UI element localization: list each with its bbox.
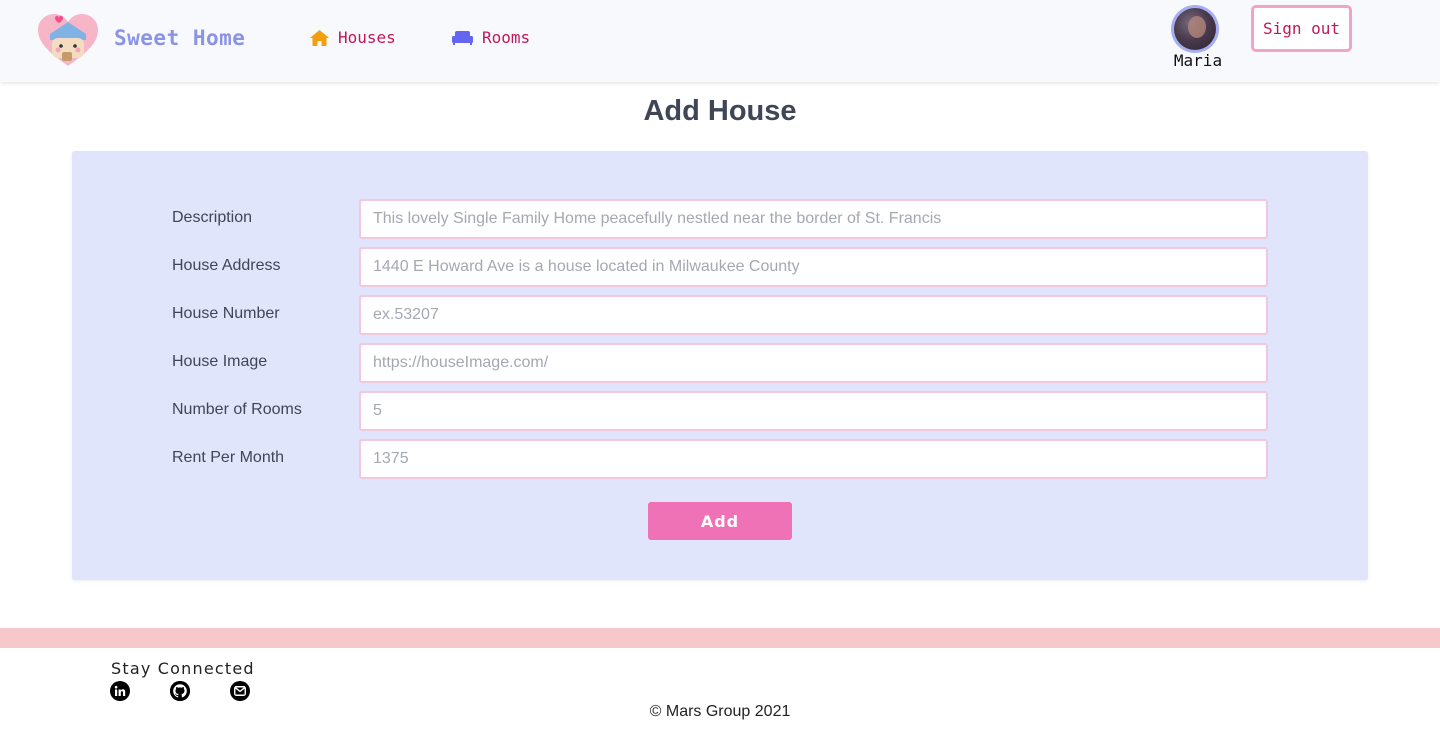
house-number-label: House Number [172,305,280,322]
rent-per-month-label: Rent Per Month [172,449,285,466]
mail-icon[interactable] [230,681,250,701]
description-label: Description [172,209,253,226]
add-house-button[interactable]: Add [648,502,792,540]
nav-item-houses[interactable]: Houses [310,28,396,47]
number-of-rooms-label: Number of Rooms [172,401,302,418]
stay-connected-label: Stay Connected [111,659,255,678]
page-title: Add House [643,95,797,127]
footer-divider-band [0,628,1440,648]
sign-out-button[interactable]: Sign out [1251,5,1352,52]
form-row-house-image: House Image [172,343,1268,383]
user-name: Maria [1173,51,1223,70]
house-address-input[interactable] [359,247,1268,287]
avatar-image [1174,8,1216,50]
logo-icon[interactable] [38,14,98,68]
form-row-number-of-rooms: Number of Rooms [172,391,1268,431]
sofa-icon [452,30,473,45]
house-image-label: House Image [172,353,268,370]
github-icon[interactable] [170,681,190,701]
form-row-rent-per-month: Rent Per Month [172,439,1268,479]
brand-name[interactable]: Sweet Home [114,26,245,50]
house-address-label: House Address [172,257,281,274]
nav-item-rooms-label: Rooms [482,28,531,47]
nav-item-houses-label: Houses [338,28,396,47]
house-number-input[interactable] [359,295,1268,335]
user-avatar[interactable] [1171,5,1219,53]
house-image-input[interactable] [359,343,1268,383]
rent-per-month-input[interactable] [359,439,1268,479]
top-navbar: Sweet Home Houses Rooms Maria Sign out [0,0,1440,82]
linkedin-icon[interactable] [110,681,130,701]
form-row-house-number: House Number [172,295,1268,335]
add-house-form: Description House Address House Number H… [72,151,1368,580]
home-icon [310,29,329,46]
nav-item-rooms[interactable]: Rooms [452,28,530,47]
copyright-text: © Mars Group 2021 [649,703,791,720]
number-of-rooms-input[interactable] [359,391,1268,431]
form-row-house-address: House Address [172,247,1268,287]
description-input[interactable] [359,199,1268,239]
form-row-description: Description [172,199,1268,239]
